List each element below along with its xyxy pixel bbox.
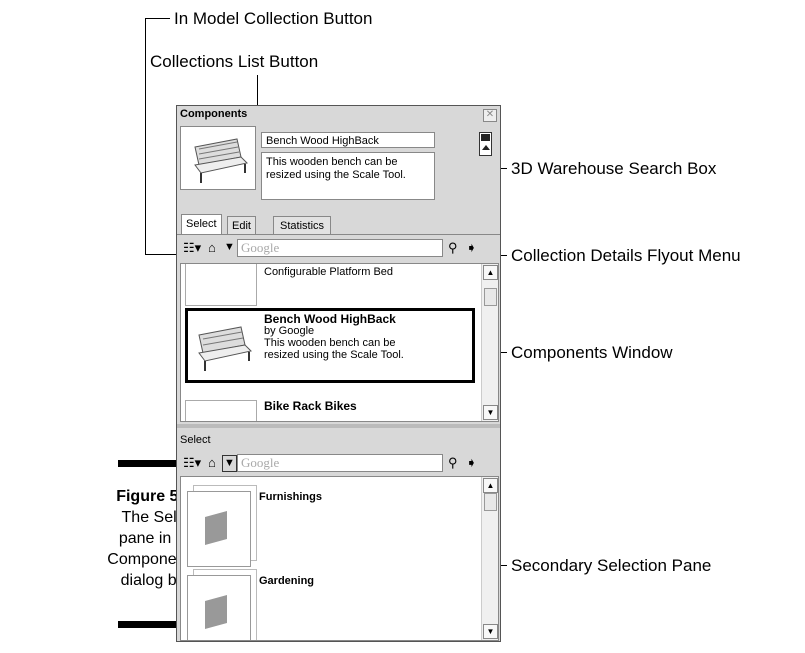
details-flyout-icon[interactable]: ➧ — [466, 240, 477, 255]
close-icon[interactable]: ✕ — [483, 109, 497, 122]
dialog-title: Components — [180, 108, 248, 120]
tab-select[interactable]: Select — [181, 214, 222, 234]
search-icon[interactable]: ⚲ — [448, 455, 458, 470]
components-window: Configurable Platform Bed Bench Wood Hig… — [180, 263, 499, 422]
bench-thumbnail — [188, 314, 260, 376]
pane-splitter[interactable] — [177, 424, 500, 428]
item-author: by Google — [264, 325, 315, 337]
tab-edit[interactable]: Edit — [227, 216, 256, 234]
scroll-up-icon[interactable]: ▲ — [483, 478, 498, 493]
callout-warehouse-search: 3D Warehouse Search Box — [511, 159, 717, 178]
secondary-toolbar: ☷▾ ⌂ ▼ Google ⚲ ➧ — [177, 452, 500, 474]
view-options-icon[interactable]: ☷▾ — [183, 455, 201, 470]
callout-collections-list: Collections List Button — [150, 52, 319, 71]
folder-icon — [205, 595, 227, 629]
collections-list-arrow-icon[interactable]: ▼ — [224, 240, 235, 255]
components-dialog: Components ✕ Bench Wood HighBack This wo… — [176, 105, 501, 642]
secondary-pane-label: Select — [180, 434, 211, 446]
scroll-down-icon[interactable]: ▼ — [483, 405, 498, 420]
components-scrollbar[interactable]: ▲ ▼ — [481, 264, 498, 421]
bike-rack-thumbnail — [185, 400, 257, 421]
tab-statistics[interactable]: Statistics — [273, 216, 332, 234]
folder-icon — [205, 511, 227, 545]
bench-icon — [194, 138, 249, 183]
callout-in-model-collection: In Model Collection Button — [174, 9, 373, 28]
gardening-folder[interactable] — [187, 575, 251, 640]
scroll-up-icon[interactable]: ▲ — [483, 265, 498, 280]
scroll-down-icon[interactable]: ▼ — [483, 624, 498, 639]
leader-in-model-v — [145, 18, 146, 254]
in-model-home-icon[interactable]: ⌂ — [208, 240, 216, 255]
item-title: Bench Wood HighBack — [264, 312, 396, 326]
collections-list-arrow-icon[interactable]: ▼ — [222, 455, 237, 472]
folder-name[interactable]: Gardening — [259, 575, 314, 587]
item-description: This wooden bench can be resized using t… — [264, 337, 404, 361]
secondary-search-input[interactable]: Google — [237, 454, 443, 472]
tab-bar: Select Edit Statistics — [177, 214, 500, 235]
folder-name[interactable]: Furnishings — [259, 491, 322, 503]
leader-in-model-h — [145, 18, 170, 19]
in-model-home-icon[interactable]: ⌂ — [208, 455, 216, 470]
search-icon[interactable]: ⚲ — [448, 240, 458, 255]
callout-secondary-pane: Secondary Selection Pane — [511, 556, 712, 575]
select-toolbar: ☷▾ ⌂ ▼ Google ⚲ ➧ — [177, 237, 500, 259]
details-flyout-icon[interactable]: ➧ — [466, 455, 477, 470]
warehouse-search-input[interactable]: Google — [237, 239, 443, 257]
scroll-thumb[interactable] — [484, 493, 497, 511]
callout-components-window: Components Window — [511, 343, 673, 362]
component-name-field[interactable]: Bench Wood HighBack — [261, 132, 435, 148]
furnishings-folder[interactable] — [187, 491, 251, 567]
component-description-field[interactable]: This wooden bench can be resized using t… — [261, 152, 435, 200]
bench-icon — [198, 326, 253, 371]
secondary-scrollbar[interactable]: ▲ ▼ — [481, 477, 498, 640]
callout-collection-details: Collection Details Flyout Menu — [511, 246, 741, 265]
toggle-secondary-pane-button[interactable] — [479, 132, 492, 156]
view-options-icon[interactable]: ☷▾ — [183, 240, 201, 255]
scroll-thumb[interactable] — [484, 288, 497, 306]
component-preview — [180, 126, 256, 190]
secondary-selection-pane: Furnishings Gardening ▲ ▼ — [180, 476, 499, 641]
platform-bed-thumbnail — [185, 264, 257, 306]
